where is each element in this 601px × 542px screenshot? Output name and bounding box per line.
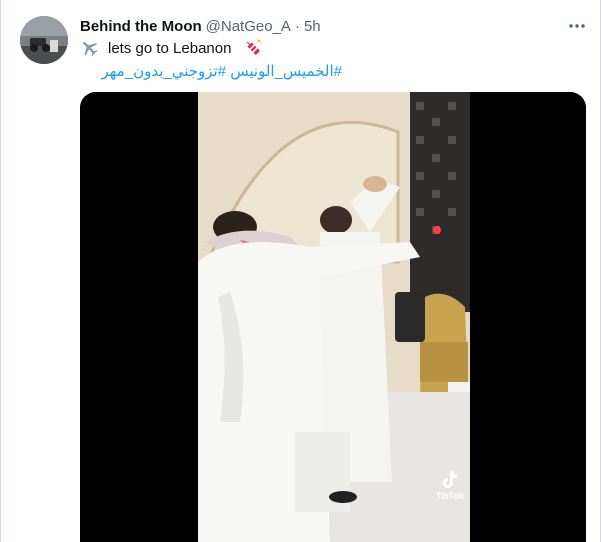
left-border	[0, 0, 1, 542]
firecracker-icon	[243, 38, 263, 58]
hashtags: #الخميس_الونيس #تزوجني_بدون_مهر	[80, 60, 342, 82]
author-display-name[interactable]: Behind the Moon	[80, 18, 202, 35]
hashtag-link[interactable]: #الخميس_الونيس	[230, 62, 342, 80]
tweet-header: Behind the Moon @NatGeo_A · 5h	[80, 16, 321, 36]
avatar[interactable]	[20, 16, 68, 64]
author-handle[interactable]: @NatGeo_A	[206, 18, 291, 35]
more-options-icon	[569, 24, 585, 28]
tiktok-username: @r_loves	[437, 502, 463, 508]
tweet-text-line: lets go to Lebanon	[80, 37, 263, 59]
tweet-text: lets go to Lebanon	[108, 39, 232, 57]
airplane-icon	[80, 39, 98, 57]
tiktok-logo-icon	[443, 471, 457, 488]
video-frame	[80, 92, 586, 542]
hashtag-spacer	[226, 63, 230, 80]
video-player[interactable]: TikTok @r_loves	[80, 92, 586, 542]
hashtag-link[interactable]: #تزوجني_بدون_مهر	[102, 62, 227, 80]
tiktok-watermark: TikTok @r_loves	[432, 470, 468, 508]
timestamp[interactable]: 5h	[304, 18, 321, 35]
separator-dot: ·	[294, 17, 300, 35]
profile-photo-icon	[20, 16, 68, 64]
more-options-button[interactable]	[563, 14, 591, 38]
tiktok-label: TikTok	[435, 491, 465, 501]
